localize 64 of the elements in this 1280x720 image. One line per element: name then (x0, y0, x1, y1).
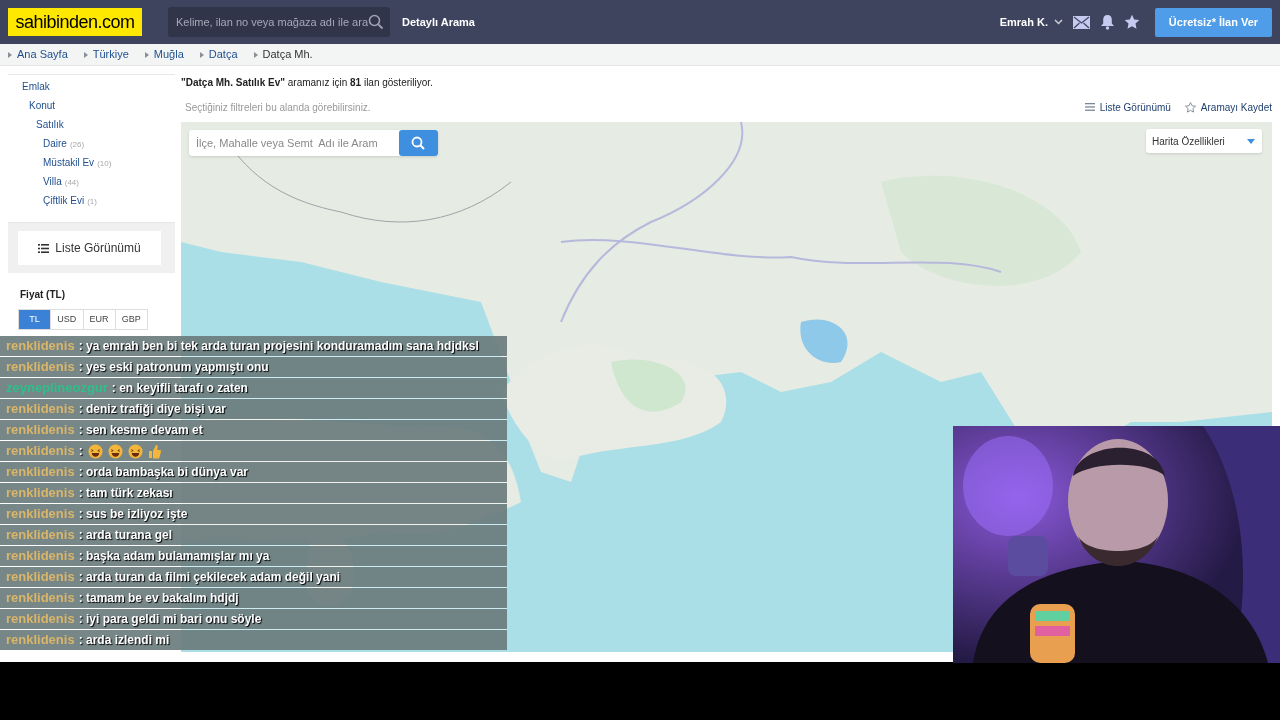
chat-username: renklidenis (6, 400, 75, 419)
chat-username: renklidenis (6, 589, 75, 608)
chat-username: renklidenis (6, 526, 75, 545)
laughing-emoji-icon (107, 443, 123, 459)
category-link[interactable]: Konut (29, 98, 56, 113)
bell-icon[interactable] (1100, 14, 1115, 30)
caret-right-icon (199, 51, 204, 58)
list-view-button[interactable]: Liste Görünümü (18, 231, 161, 265)
category-link[interactable]: Çiftlik Evi (43, 193, 85, 208)
breadcrumb-link[interactable]: Muğla (153, 46, 184, 63)
listing-count: (44) (64, 177, 79, 189)
caret-right-icon (253, 51, 258, 58)
list-view-link[interactable]: Liste Görünümü (1084, 99, 1171, 115)
chat-username: zeyneplineozgur (6, 379, 108, 398)
chat-username: renklidenis (6, 547, 75, 566)
thumbs-up-icon (147, 443, 161, 459)
breadcrumb-link[interactable]: Datça (208, 46, 238, 63)
breadcrumb-link[interactable]: Türkiye (92, 46, 129, 63)
results-summary: "Datça Mh. Satılık Ev" aramanız için 81 ilan gösteriliyor. (181, 76, 434, 90)
chat-username: renklidenis (6, 463, 75, 482)
category-link[interactable]: Villa (43, 174, 62, 189)
listing-count: (10) (97, 158, 112, 170)
list-icon (1084, 103, 1095, 111)
chat-username: renklidenis (6, 421, 75, 440)
listing-count: (26) (69, 139, 85, 151)
caret-right-icon (83, 51, 88, 58)
caret-right-icon (8, 51, 12, 58)
search-icon[interactable] (368, 14, 384, 30)
category-link[interactable]: Satılık (36, 117, 64, 132)
chat-text: : (78, 443, 83, 460)
category-link[interactable]: Daire (43, 136, 67, 151)
laughing-emoji-icon (127, 443, 143, 459)
chat-username: renklidenis (6, 568, 75, 587)
caret-right-icon (144, 51, 149, 58)
chat-username: renklidenis (6, 631, 75, 650)
chat-text: : arda izlendi mi (78, 632, 170, 649)
chat-username: renklidenis (6, 505, 75, 524)
star-icon (1184, 101, 1196, 113)
category-link[interactable]: Müstakil Ev (43, 155, 95, 170)
chat-username: renklidenis (6, 484, 75, 503)
mail-icon[interactable] (1073, 15, 1090, 29)
star-icon[interactable] (1124, 14, 1140, 30)
site-logo[interactable]: sahibinden.com (8, 8, 142, 36)
search-field[interactable]: Kelime, ilan no veya mağaza adı ile ara (168, 7, 390, 37)
chat-text: : sen kesme devam et (78, 422, 203, 439)
chat-username: renklidenis (6, 442, 75, 461)
save-search-link[interactable]: Aramayı Kaydet (1184, 99, 1272, 115)
user-menu[interactable]: Emrah K. (999, 13, 1063, 31)
breadcrumb-link[interactable]: Ana Sayfa (17, 46, 68, 63)
laughing-emoji-icon (87, 443, 103, 459)
currency-tab[interactable]: TL (19, 310, 51, 329)
chat-username: renklidenis (6, 610, 75, 629)
filter-title: Fiyat (TL) (20, 288, 66, 302)
filters-hint: Seçtiğiniz filtreleri bu alanda görebilirsiniz. (185, 100, 372, 115)
chat-text: : arda turana gel (78, 527, 172, 544)
list-icon (38, 243, 50, 253)
listing-count: (1) (87, 196, 97, 208)
advanced-search-link[interactable]: Detaylı Arama (402, 13, 475, 31)
chat-username: renklidenis (6, 358, 75, 377)
chat-text: : tam türk zekası (78, 485, 173, 502)
chat-text: : sus be izliyoz işte (78, 506, 188, 523)
chevron-down-icon (1054, 19, 1063, 25)
chat-username: renklidenis (6, 337, 75, 356)
category-link[interactable]: Emlak (22, 79, 50, 94)
